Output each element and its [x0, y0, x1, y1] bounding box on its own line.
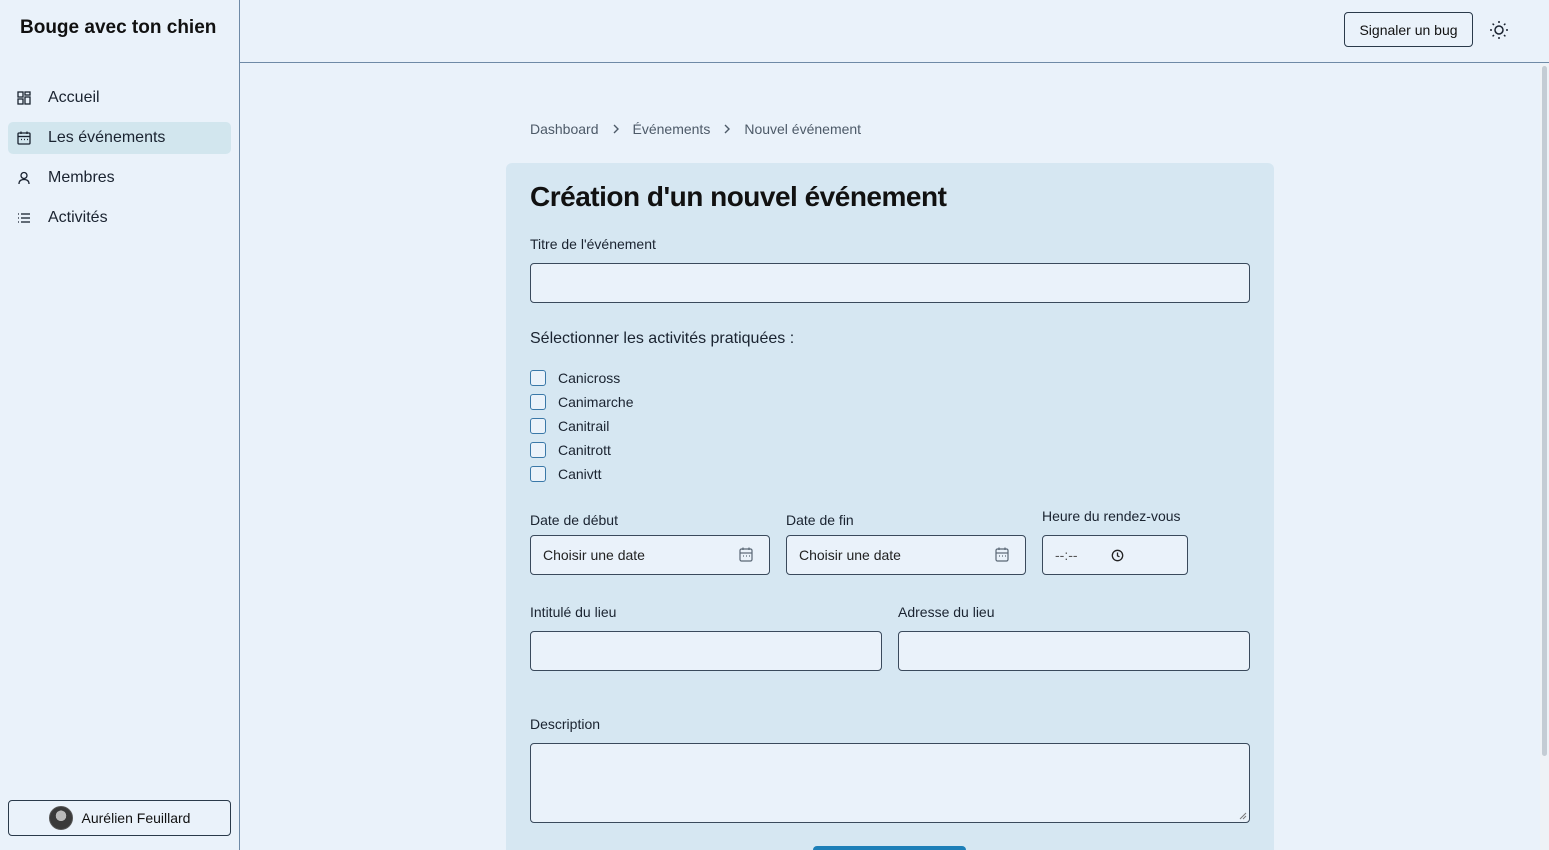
user-icon [16, 170, 32, 186]
calendar-icon[interactable] [739, 547, 753, 562]
app-title: Bouge avec ton chien [20, 17, 217, 38]
place-name-input[interactable] [530, 631, 882, 671]
sidebar-item-label: Activités [48, 209, 108, 226]
sidebar-item-accueil[interactable]: Accueil [8, 82, 231, 114]
sun-icon[interactable] [1488, 19, 1510, 41]
activity-option[interactable]: Canitrail [530, 414, 633, 438]
sidebar-item-label: Accueil [48, 89, 100, 106]
report-bug-button[interactable]: Signaler un bug [1344, 12, 1473, 47]
description-label: Description [530, 716, 601, 732]
calendar-icon [16, 130, 32, 146]
calendar-icon[interactable] [995, 547, 1009, 562]
scrollbar-thumb[interactable] [1542, 66, 1547, 756]
breadcrumb: Dashboard Événements Nouvel événement [530, 121, 861, 137]
description-textarea[interactable] [530, 743, 1250, 823]
activity-checkbox[interactable] [530, 370, 546, 386]
event-title-label: Titre de l'événement [530, 236, 656, 252]
chevron-right-icon [723, 124, 731, 134]
start-date-label: Date de début [530, 512, 618, 528]
sidebar-item-label: Membres [48, 169, 115, 186]
sidebar-item-activites[interactable]: Activités [8, 202, 231, 234]
place-address-label: Adresse du lieu [898, 604, 995, 620]
activities-list: Canicross Canimarche Canitrail Canitrott… [530, 366, 633, 486]
place-address-input[interactable] [898, 631, 1250, 671]
activity-checkbox[interactable] [530, 418, 546, 434]
activity-option[interactable]: Canitrott [530, 438, 633, 462]
activity-label: Canimarche [558, 394, 634, 410]
dashboard-icon [16, 90, 32, 106]
time-placeholder: --:-- [1055, 547, 1078, 563]
user-name: Aurélien Feuillard [81, 810, 191, 826]
sidebar-item-membres[interactable]: Membres [8, 162, 231, 194]
page-scrollbar[interactable] [1540, 64, 1549, 850]
activity-option[interactable]: Canicross [530, 366, 633, 390]
activity-label: Canitrott [558, 442, 611, 458]
sidebar: Bouge avec ton chien Accueil Les événeme… [0, 0, 240, 850]
activity-label: Canivtt [558, 466, 602, 482]
time-input[interactable]: --:-- [1042, 535, 1188, 575]
sidebar-nav: Accueil Les événements Membres Activités [8, 82, 231, 242]
activity-checkbox[interactable] [530, 394, 546, 410]
place-name-label: Intitulé du lieu [530, 604, 617, 620]
end-date-input[interactable]: Choisir une date [786, 535, 1026, 575]
breadcrumb-current: Nouvel événement [744, 121, 862, 137]
activities-label: Sélectionner les activités pratiquées : [530, 330, 795, 347]
avatar [48, 806, 73, 830]
sidebar-item-label: Les événements [48, 129, 166, 146]
start-date-input[interactable]: Choisir une date [530, 535, 770, 575]
time-label: Heure du rendez-vous [1042, 508, 1181, 524]
end-date-placeholder: Choisir une date [799, 547, 901, 563]
activity-option[interactable]: Canivtt [530, 462, 633, 486]
clock-icon[interactable] [1111, 549, 1124, 562]
page-title: Création d'un nouvel événement [530, 181, 947, 212]
activity-checkbox[interactable] [530, 442, 546, 458]
submit-button[interactable] [813, 846, 966, 850]
user-menu-button[interactable]: Aurélien Feuillard [8, 800, 231, 836]
breadcrumb-evenements[interactable]: Événements [633, 121, 711, 137]
activity-option[interactable]: Canimarche [530, 390, 633, 414]
resize-handle-icon[interactable] [1239, 812, 1247, 820]
topbar: Signaler un bug [240, 0, 1549, 63]
activity-label: Canicross [558, 370, 621, 386]
event-title-input[interactable] [530, 263, 1250, 303]
end-date-label: Date de fin [786, 512, 854, 528]
chevron-right-icon [612, 124, 620, 134]
start-date-placeholder: Choisir une date [543, 547, 645, 563]
list-icon [16, 210, 32, 226]
activity-checkbox[interactable] [530, 466, 546, 482]
breadcrumb-dashboard[interactable]: Dashboard [530, 121, 599, 137]
sidebar-item-evenements[interactable]: Les événements [8, 122, 231, 154]
activity-label: Canitrail [558, 418, 610, 434]
